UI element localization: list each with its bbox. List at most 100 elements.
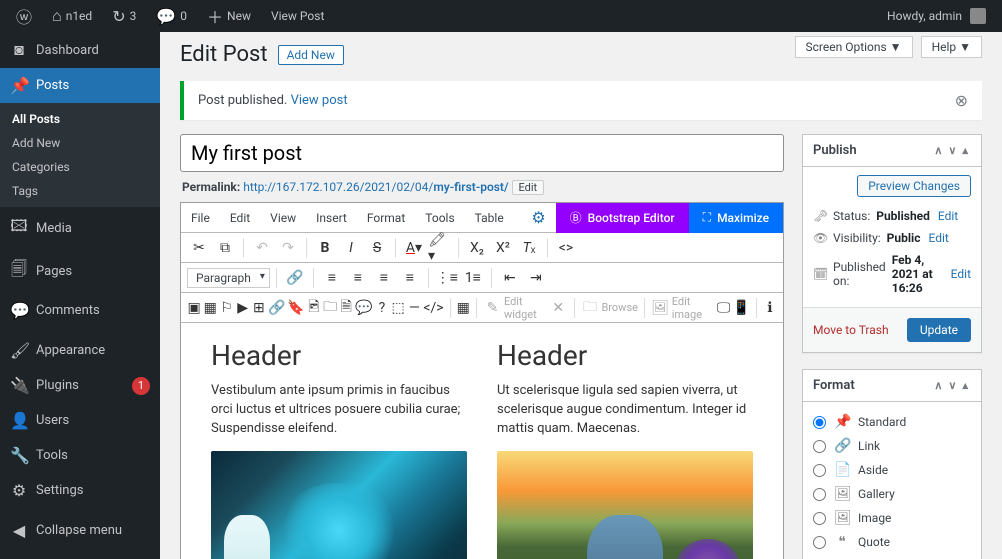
menu-file[interactable]: File xyxy=(181,211,220,225)
preview-desktop-icon[interactable]: 🖵 xyxy=(717,296,731,320)
insert-image-icon[interactable]: ▣ xyxy=(187,296,201,320)
insert-widget-icon[interactable]: ▦ xyxy=(456,296,470,320)
format-option-link[interactable]: 🔗Link xyxy=(813,434,971,458)
sidebar-item-users[interactable]: 👤Users xyxy=(0,403,160,438)
insert-link2-icon[interactable]: 🔗 xyxy=(268,296,285,320)
sidebar-item-media[interactable]: 🖾Media xyxy=(0,207,160,250)
clear-format-icon[interactable]: Tₓ xyxy=(517,236,541,260)
new-link[interactable]: ＋New xyxy=(199,0,259,32)
permalink-edit-button[interactable]: Edit xyxy=(512,180,545,195)
view-post-link[interactable]: View Post xyxy=(263,0,332,32)
move-up-icon[interactable]: ∧ xyxy=(931,144,945,157)
format-radio[interactable] xyxy=(813,512,826,525)
align-left-icon[interactable]: ≡ xyxy=(320,266,344,290)
menu-insert[interactable]: Insert xyxy=(306,211,357,225)
sidebar-item-collapse[interactable]: ◀Collapse menu xyxy=(0,513,160,548)
insert-video-icon[interactable]: ▶ xyxy=(236,296,250,320)
insert-doc-icon[interactable]: 🗎 xyxy=(339,296,353,320)
insert-chat-icon[interactable]: 💬 xyxy=(355,296,372,320)
format-option-gallery[interactable]: 🖼Gallery xyxy=(813,482,971,506)
subscript-icon[interactable]: X₂ xyxy=(465,236,489,260)
format-radio[interactable] xyxy=(813,440,826,453)
strike-icon[interactable]: S xyxy=(365,236,389,260)
toggle-icon[interactable]: ▴ xyxy=(959,379,971,392)
move-to-trash-link[interactable]: Move to Trash xyxy=(813,323,889,337)
gear-icon[interactable]: ⚙ xyxy=(521,208,555,227)
insert-help-icon[interactable]: ? xyxy=(375,296,389,320)
superscript-icon[interactable]: X² xyxy=(491,236,515,260)
menu-edit[interactable]: Edit xyxy=(220,211,260,225)
outdent-icon[interactable]: ⇤ xyxy=(498,266,522,290)
sidebar-item-dashboard[interactable]: ◙Dashboard xyxy=(0,32,160,68)
comments-link[interactable]: 💬0 xyxy=(148,0,195,32)
sidebar-item-appearance[interactable]: 🖌Appearance xyxy=(0,333,160,368)
bold-icon[interactable]: B xyxy=(313,236,337,260)
sidebar-item-pages[interactable]: 🗐Pages xyxy=(0,250,160,293)
add-new-button[interactable]: Add New xyxy=(278,45,344,65)
insert-gallery-icon[interactable]: ▦ xyxy=(203,296,217,320)
indent-icon[interactable]: ⇥ xyxy=(524,266,548,290)
preview-mobile-icon[interactable]: 📱 xyxy=(733,296,750,320)
align-justify-icon[interactable]: ≡ xyxy=(398,266,422,290)
toggle-icon[interactable]: ▴ xyxy=(959,144,971,157)
post-title-input[interactable] xyxy=(180,134,784,172)
sidebar-item-posts[interactable]: 📌Posts xyxy=(0,68,160,103)
italic-icon[interactable]: I xyxy=(339,236,363,260)
list-ol-icon[interactable]: 1≡ xyxy=(461,266,485,290)
format-radio[interactable] xyxy=(813,536,826,549)
move-up-icon[interactable]: ∧ xyxy=(931,379,945,392)
format-radio[interactable] xyxy=(813,488,826,501)
insert-badge-icon[interactable]: ⬚ xyxy=(391,296,405,320)
permalink-url[interactable]: http://167.172.107.26/2021/02/04/my-firs… xyxy=(243,180,508,194)
format-option-standard[interactable]: 📌Standard xyxy=(813,410,971,434)
list-ul-icon[interactable]: ⋮≡ xyxy=(435,266,459,290)
sidebar-sub-add-new[interactable]: Add New xyxy=(0,131,160,155)
link-icon[interactable]: 🔗 xyxy=(283,266,307,290)
sidebar-sub-tags[interactable]: Tags xyxy=(0,179,160,203)
help-button[interactable]: Help ▼ xyxy=(921,36,982,58)
notice-view-link[interactable]: View post xyxy=(291,93,348,108)
format-radio[interactable] xyxy=(813,464,826,477)
undo-icon[interactable]: ↶ xyxy=(250,236,274,260)
menu-table[interactable]: Table xyxy=(465,211,514,225)
about-icon[interactable]: ℹ xyxy=(763,296,777,320)
bootstrap-editor-button[interactable]: ⒷBootstrap Editor xyxy=(556,203,689,233)
bgcolor-icon[interactable]: 🖍▾ xyxy=(428,236,452,260)
menu-view[interactable]: View xyxy=(260,211,306,225)
sidebar-sub-categories[interactable]: Categories xyxy=(0,155,160,179)
cut-icon[interactable]: ✂ xyxy=(187,236,211,260)
content-image-1[interactable] xyxy=(211,451,467,559)
insert-bookmark-icon[interactable]: 🔖 xyxy=(287,296,304,320)
redo-icon[interactable]: ↷ xyxy=(276,236,300,260)
sidebar-item-plugins[interactable]: 🔌Plugins1 xyxy=(0,368,160,403)
insert-file-icon[interactable]: 🖻 xyxy=(307,296,321,320)
code-icon[interactable]: <> xyxy=(554,236,578,260)
insert-hr-icon[interactable]: — xyxy=(407,296,421,320)
menu-tools[interactable]: Tools xyxy=(415,211,464,225)
move-down-icon[interactable]: ∨ xyxy=(945,379,959,392)
wp-logo[interactable]: ⓦ xyxy=(8,0,40,32)
sidebar-item-comments[interactable]: 💬Comments xyxy=(0,293,160,328)
insert-flag-icon[interactable]: ⚐ xyxy=(219,296,233,320)
insert-folder-icon[interactable]: 🗀 xyxy=(323,296,337,320)
format-option-status[interactable]: ●Status xyxy=(813,554,971,559)
paragraph-select[interactable]: Paragraph xyxy=(187,268,270,288)
insert-table-icon[interactable]: ⊞ xyxy=(252,296,266,320)
screen-options-button[interactable]: Screen Options ▼ xyxy=(795,36,913,58)
update-button[interactable]: Update xyxy=(907,318,971,342)
align-right-icon[interactable]: ≡ xyxy=(372,266,396,290)
align-center-icon[interactable]: ≡ xyxy=(346,266,370,290)
move-down-icon[interactable]: ∨ xyxy=(945,144,959,157)
editor-content[interactable]: Header Vestibulum ante ipsum primis in f… xyxy=(181,323,783,559)
site-link[interactable]: ⌂n1ed xyxy=(44,0,100,32)
insert-html-icon[interactable]: </> xyxy=(423,296,443,320)
preview-changes-button[interactable]: Preview Changes xyxy=(857,175,971,197)
menu-format[interactable]: Format xyxy=(357,211,415,225)
sidebar-item-settings[interactable]: ⚙Settings xyxy=(0,473,160,508)
copy-icon[interactable]: ⧉ xyxy=(213,236,237,260)
sidebar-item-tools[interactable]: 🔧Tools xyxy=(0,438,160,473)
content-image-2[interactable] xyxy=(497,451,753,559)
sidebar-sub-all-posts[interactable]: All Posts xyxy=(0,107,160,131)
format-option-aside[interactable]: 📄Aside xyxy=(813,458,971,482)
format-option-quote[interactable]: ❝Quote xyxy=(813,530,971,554)
